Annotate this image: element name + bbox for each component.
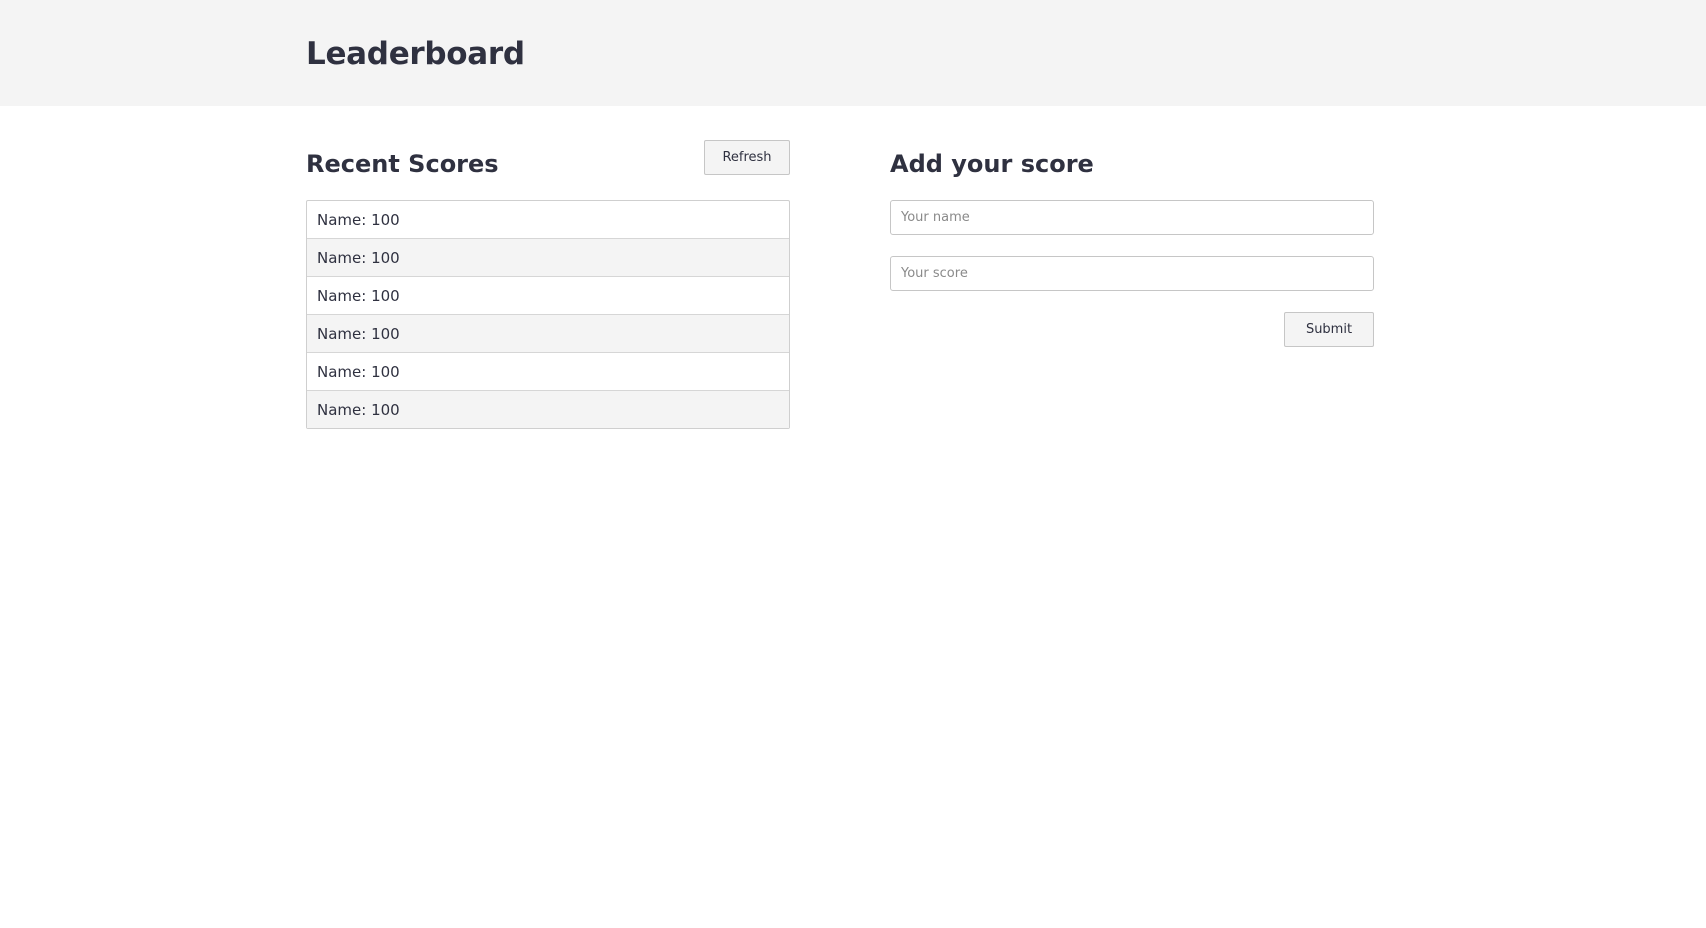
- score-list-item: Name: 100: [307, 314, 789, 352]
- refresh-button[interactable]: Refresh: [704, 140, 790, 175]
- page-header: Leaderboard: [0, 0, 1706, 106]
- score-list-item: Name: 100: [307, 276, 789, 314]
- page-title: Leaderboard: [306, 36, 525, 72]
- score-input[interactable]: [890, 256, 1374, 291]
- score-list-item: Name: 100: [307, 352, 789, 390]
- add-score-section: Add your score Submit: [890, 140, 1374, 347]
- score-list: Name: 100 Name: 100 Name: 100 Name: 100 …: [306, 200, 790, 429]
- score-list-item: Name: 100: [307, 238, 789, 276]
- add-score-title: Add your score: [890, 150, 1094, 178]
- recent-scores-header: Recent Scores Refresh: [306, 140, 790, 188]
- recent-scores-section: Recent Scores Refresh Name: 100 Name: 10…: [306, 140, 790, 429]
- name-input[interactable]: [890, 200, 1374, 235]
- main-content: Recent Scores Refresh Name: 100 Name: 10…: [0, 106, 1706, 928]
- add-score-header: Add your score: [890, 140, 1374, 188]
- submit-button[interactable]: Submit: [1284, 312, 1374, 347]
- score-list-item: Name: 100: [307, 390, 789, 428]
- score-list-item: Name: 100: [317, 211, 400, 229]
- recent-scores-title: Recent Scores: [306, 150, 499, 178]
